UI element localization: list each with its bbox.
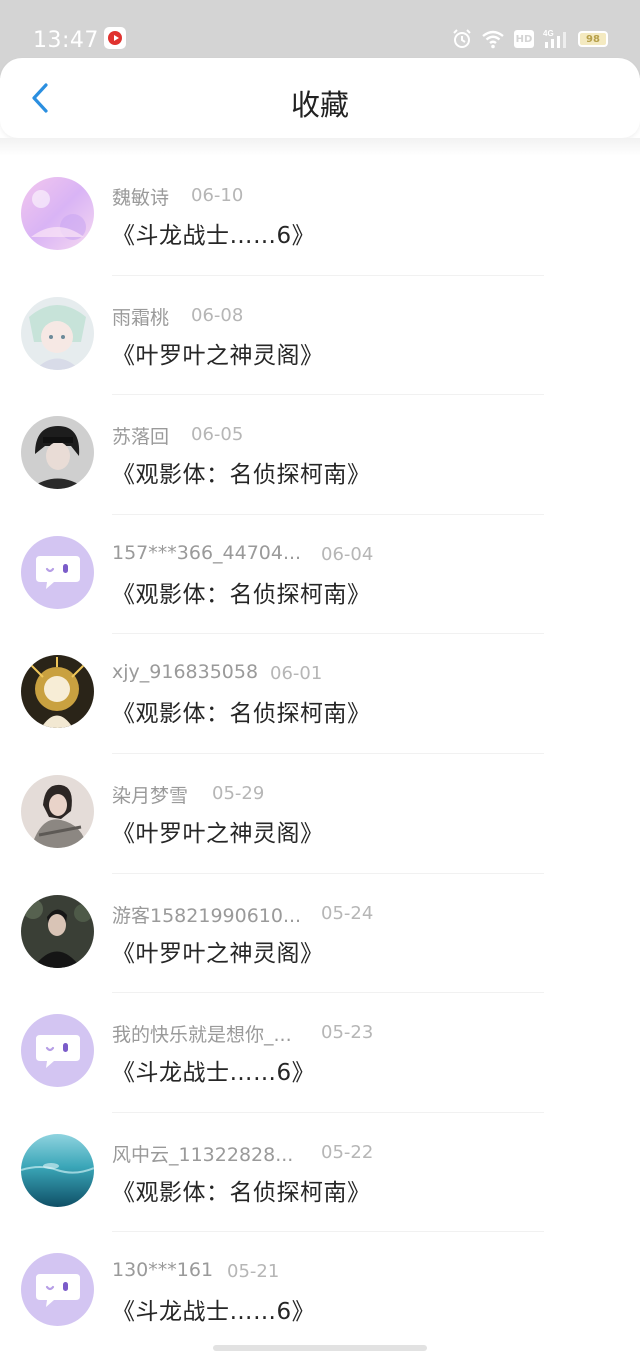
user-name: 魏敏诗: [112, 187, 170, 209]
book-title: 《斗龙战士……6》: [112, 223, 316, 249]
nav-bar: 收藏: [0, 58, 640, 138]
user-name: 染月梦雪: [112, 784, 189, 807]
page-title: 收藏: [290, 88, 349, 122]
list-item[interactable]: 我的快乐就是想你_... 05-23 《斗龙战士……6》: [0, 993, 640, 1113]
list-item[interactable]: 染月梦雪 05-29 《叶罗叶之神灵阁》: [0, 754, 640, 874]
chat-bubble-icon: [35, 1034, 80, 1068]
date-label: 06-01: [270, 663, 323, 685]
user-name: 游客15821990610...: [112, 904, 302, 927]
avatar[interactable]: [21, 296, 94, 370]
list-item[interactable]: xjy_916835058 06-01 《观影体：名侦探柯南》: [0, 634, 640, 754]
avatar[interactable]: [21, 655, 94, 729]
book-title: 《斗龙战士……6》: [112, 1060, 316, 1087]
user-name: 风中云_11322828...: [112, 1143, 294, 1166]
avatar[interactable]: [21, 894, 94, 968]
status-time: 13:47: [33, 28, 99, 53]
book-title: 《叶罗叶之神灵阁》: [112, 820, 324, 847]
book-title: 《观影体：名侦探柯南》: [112, 701, 371, 728]
date-label: 06-10: [191, 185, 244, 206]
date-label: 05-29: [212, 782, 265, 804]
list-item[interactable]: 游客15821990610... 05-24 《叶罗叶之神灵阁》: [0, 874, 640, 994]
home-indicator[interactable]: [213, 1345, 427, 1351]
user-name: 我的快乐就是想你_...: [112, 1024, 292, 1047]
avatar[interactable]: [21, 774, 94, 848]
date-label: 06-05: [191, 424, 244, 446]
nav-divider: [0, 138, 640, 156]
date-label: 05-22: [321, 1141, 374, 1163]
list-item[interactable]: 雨霜桃 06-08 《叶罗叶之神灵阁》: [0, 276, 640, 396]
svg-text:4G: 4G: [543, 29, 554, 38]
date-label: 06-04: [321, 543, 374, 565]
book-title: 《观影体：名侦探柯南》: [112, 462, 371, 489]
book-title: 《叶罗叶之神灵阁》: [112, 940, 324, 967]
default-avatar[interactable]: [21, 535, 94, 609]
signal-4g-icon: 4G: [543, 29, 566, 48]
default-avatar[interactable]: [21, 1253, 94, 1327]
list-item[interactable]: 130***161 05-21 《斗龙战士……6》: [0, 1232, 640, 1351]
avatar[interactable]: [21, 1133, 94, 1207]
chat-bubble-icon: [35, 556, 80, 590]
avatar[interactable]: [21, 177, 94, 250]
wifi-icon: [482, 30, 504, 49]
hd-icon: HD: [514, 30, 534, 48]
date-label: 05-23: [321, 1022, 374, 1044]
list-item[interactable]: 苏落回 06-05 《观影体：名侦探柯南》: [0, 395, 640, 515]
alarm-icon: [453, 29, 471, 48]
book-title: 《叶罗叶之神灵阁》: [112, 342, 324, 369]
book-title: 《观影体：名侦探柯南》: [112, 1179, 371, 1206]
date-label: 05-24: [321, 902, 374, 924]
avatar[interactable]: [21, 416, 94, 490]
battery-icon: 98: [578, 31, 608, 47]
user-name: 苏落回: [112, 426, 170, 449]
book-title: 《斗龙战士……6》: [112, 1299, 316, 1326]
book-title: 《观影体：名侦探柯南》: [112, 581, 371, 608]
user-name: xjy_916835058: [112, 661, 259, 684]
chat-bubble-icon: [35, 1273, 80, 1307]
default-avatar[interactable]: [21, 1014, 94, 1088]
list-item[interactable]: 魏敏诗 06-10 《斗龙战士……6》: [0, 156, 640, 276]
video-app-notification-icon: [104, 27, 126, 49]
favorites-list: 魏敏诗 06-10 《斗龙战士……6》 雨霜桃 06-08 《叶罗叶之神灵阁》: [0, 156, 640, 1351]
user-name: 雨霜桃: [112, 306, 170, 329]
status-icons: HD 4G 98: [452, 27, 608, 51]
user-name: 157***366_44704...: [112, 541, 302, 564]
list-item[interactable]: 风中云_11322828... 05-22 《观影体：名侦探柯南》: [0, 1113, 640, 1233]
date-label: 06-08: [191, 304, 244, 326]
date-label: 05-21: [227, 1261, 280, 1283]
user-name: 130***161: [112, 1259, 214, 1282]
list-item[interactable]: 157***366_44704... 06-04 《观影体：名侦探柯南》: [0, 515, 640, 635]
